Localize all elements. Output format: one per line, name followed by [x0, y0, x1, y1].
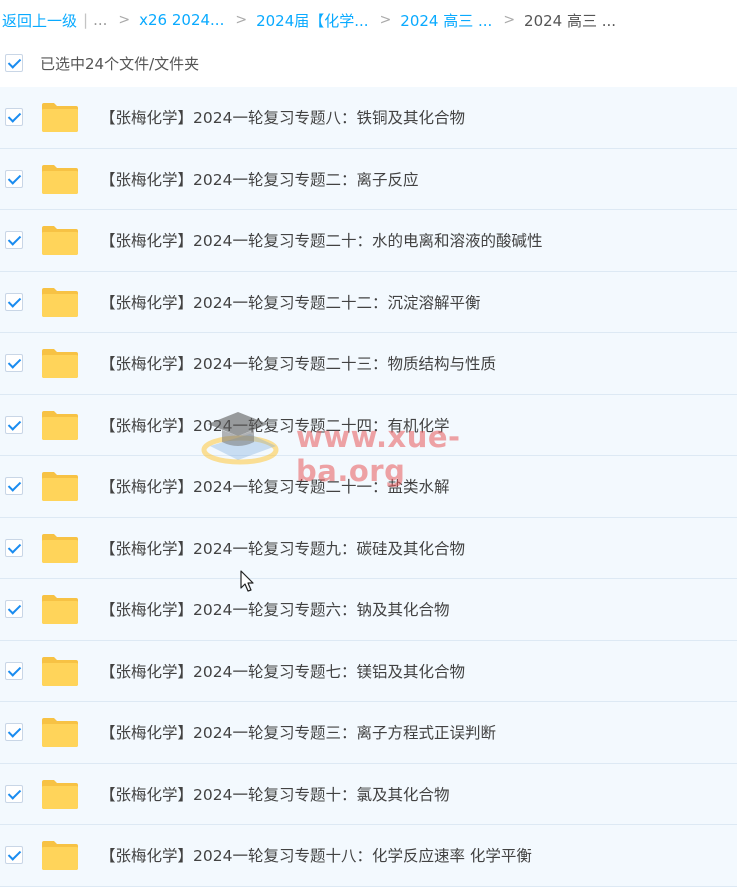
file-name[interactable]: 【张梅化学】2024一轮复习专题十：氯及其化合物	[100, 783, 449, 805]
row-checkbox[interactable]	[5, 108, 23, 127]
row-checkbox[interactable]	[5, 415, 23, 434]
file-row[interactable]: 【张梅化学】2024一轮复习专题六：钠及其化合物	[0, 579, 737, 641]
folder-icon	[41, 532, 79, 564]
row-checkbox[interactable]	[5, 723, 23, 742]
file-name[interactable]: 【张梅化学】2024一轮复习专题七：镁铝及其化合物	[100, 660, 465, 682]
breadcrumb-item[interactable]: x26 2024...	[139, 11, 224, 29]
row-checkbox[interactable]	[5, 846, 23, 865]
folder-icon	[41, 347, 79, 379]
folder-icon	[41, 286, 79, 318]
row-checkbox[interactable]	[5, 169, 23, 188]
file-name[interactable]: 【张梅化学】2024一轮复习专题二十三：物质结构与性质	[100, 352, 496, 374]
folder-icon	[41, 716, 79, 748]
row-checkbox[interactable]	[5, 600, 23, 619]
file-row[interactable]: 【张梅化学】2024一轮复习专题二十二：沉淀溶解平衡	[0, 271, 737, 333]
file-row[interactable]: 【张梅化学】2024一轮复习专题二十一：盐类水解	[0, 456, 737, 518]
breadcrumb-ellipsis[interactable]: ...	[93, 11, 107, 29]
folder-icon	[41, 409, 79, 441]
selection-count-label: 已选中24个文件/文件夹	[40, 54, 200, 73]
file-row[interactable]: 【张梅化学】2024一轮复习专题二十四：有机化学	[0, 394, 737, 456]
row-checkbox[interactable]	[5, 661, 23, 680]
file-name[interactable]: 【张梅化学】2024一轮复习专题二十：水的电离和溶液的酸碱性	[100, 229, 542, 251]
breadcrumb: 返回上一级 | ... > x26 2024... > 2024届【化学... …	[0, 0, 737, 40]
chevron-right-icon: >	[379, 12, 392, 28]
folder-icon	[41, 224, 79, 256]
file-name[interactable]: 【张梅化学】2024一轮复习专题二十四：有机化学	[100, 414, 449, 436]
file-name[interactable]: 【张梅化学】2024一轮复习专题二十二：沉淀溶解平衡	[100, 291, 480, 313]
mouse-cursor-icon	[240, 570, 254, 592]
chevron-right-icon: >	[235, 12, 248, 28]
row-checkbox[interactable]	[5, 477, 23, 496]
file-row[interactable]: 【张梅化学】2024一轮复习专题九：碳硅及其化合物	[0, 517, 737, 579]
file-row[interactable]: 【张梅化学】2024一轮复习专题七：镁铝及其化合物	[0, 640, 737, 702]
row-checkbox[interactable]	[5, 784, 23, 803]
select-all-checkbox[interactable]	[5, 54, 23, 72]
folder-icon	[41, 470, 79, 502]
select-all-bar: 已选中24个文件/文件夹	[0, 44, 737, 82]
folder-icon	[41, 839, 79, 871]
breadcrumb-item[interactable]: 2024届【化学...	[256, 10, 368, 31]
file-list: 【张梅化学】2024一轮复习专题八：铁铜及其化合物 【张梅化学】2024一轮复习专…	[0, 87, 737, 887]
file-name[interactable]: 【张梅化学】2024一轮复习专题二十一：盐类水解	[100, 475, 449, 497]
folder-icon	[41, 163, 79, 195]
file-row[interactable]: 【张梅化学】2024一轮复习专题二十三：物质结构与性质	[0, 333, 737, 395]
chevron-right-icon: >	[503, 12, 516, 28]
file-name[interactable]: 【张梅化学】2024一轮复习专题八：铁铜及其化合物	[100, 106, 465, 128]
folder-icon	[41, 101, 79, 133]
breadcrumb-current: 2024 高三 ...	[524, 11, 617, 30]
file-row[interactable]: 【张梅化学】2024一轮复习专题三：离子方程式正误判断	[0, 702, 737, 764]
row-checkbox[interactable]	[5, 354, 23, 373]
file-name[interactable]: 【张梅化学】2024一轮复习专题三：离子方程式正误判断	[100, 721, 496, 743]
folder-icon	[41, 655, 79, 687]
back-link[interactable]: 返回上一级	[2, 10, 77, 31]
folder-icon	[41, 593, 79, 625]
file-name[interactable]: 【张梅化学】2024一轮复习专题二：离子反应	[100, 168, 418, 190]
file-row[interactable]: 【张梅化学】2024一轮复习专题十：氯及其化合物	[0, 763, 737, 825]
row-checkbox[interactable]	[5, 292, 23, 311]
file-name[interactable]: 【张梅化学】2024一轮复习专题六：钠及其化合物	[100, 598, 449, 620]
folder-icon	[41, 778, 79, 810]
file-row[interactable]: 【张梅化学】2024一轮复习专题十八：化学反应速率 化学平衡	[0, 825, 737, 887]
file-row[interactable]: 【张梅化学】2024一轮复习专题八：铁铜及其化合物	[0, 87, 737, 149]
breadcrumb-item[interactable]: 2024 高三 ...	[400, 10, 492, 31]
file-name[interactable]: 【张梅化学】2024一轮复习专题十八：化学反应速率 化学平衡	[100, 844, 532, 866]
chevron-right-icon: >	[118, 12, 131, 28]
breadcrumb-divider: |	[83, 11, 89, 29]
file-row[interactable]: 【张梅化学】2024一轮复习专题二十：水的电离和溶液的酸碱性	[0, 210, 737, 272]
file-row[interactable]: 【张梅化学】2024一轮复习专题二：离子反应	[0, 148, 737, 210]
row-checkbox[interactable]	[5, 231, 23, 250]
row-checkbox[interactable]	[5, 538, 23, 557]
file-name[interactable]: 【张梅化学】2024一轮复习专题九：碳硅及其化合物	[100, 537, 465, 559]
